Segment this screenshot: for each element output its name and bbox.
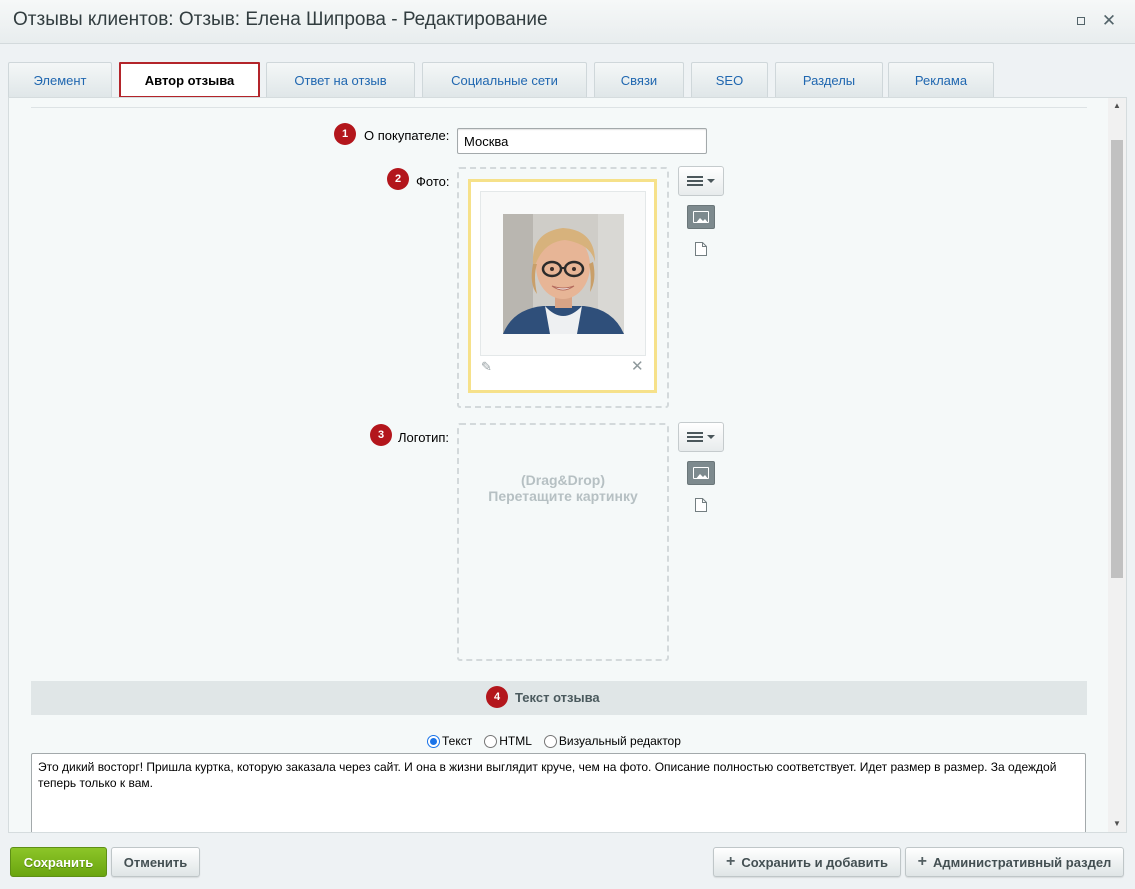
step-badge-3: 3 <box>370 424 392 446</box>
photo-preview-card: ✎ ✕ <box>468 179 657 393</box>
chevron-down-icon <box>707 179 715 183</box>
logo-image-upload-button[interactable] <box>687 461 715 485</box>
photo-label: Фото: <box>416 174 450 189</box>
edit-pencil-icon[interactable]: ✎ <box>481 359 492 375</box>
tab-bar: Элемент Автор отзыва Ответ на отзыв Соци… <box>8 62 1128 98</box>
review-textarea[interactable]: Это дикий восторг! Пришла куртка, котору… <box>31 753 1086 832</box>
tab-links[interactable]: Связи <box>594 62 684 98</box>
save-button[interactable]: Сохранить <box>10 847 107 877</box>
radio-html[interactable] <box>484 734 498 748</box>
maximize-icon[interactable] <box>1071 11 1091 31</box>
admin-section-button[interactable]: + Административный раздел <box>905 847 1124 877</box>
tab-seo[interactable]: SEO <box>691 62 768 98</box>
cancel-button[interactable]: Отменить <box>111 847 200 877</box>
plus-icon: + <box>726 853 736 870</box>
panel-scrollbar[interactable]: ▲ ▼ <box>1108 98 1126 832</box>
scroll-thumb[interactable] <box>1111 140 1123 578</box>
review-text-section-header: Текст отзыва <box>31 681 1087 715</box>
photo-image-upload-button[interactable] <box>687 205 715 229</box>
menu-lines-icon <box>687 176 703 186</box>
tab-element[interactable]: Элемент <box>8 62 112 98</box>
tab-advertising[interactable]: Реклама <box>888 62 994 98</box>
logo-label: Логотип: <box>398 430 450 445</box>
save-and-add-button[interactable]: + Сохранить и добавить <box>713 847 901 877</box>
radio-text[interactable] <box>427 734 440 748</box>
tab-review-author[interactable]: Автор отзыва <box>119 62 260 98</box>
plus-icon: + <box>917 853 928 870</box>
step-badge-4: 4 <box>486 686 508 708</box>
text-format-options: Текст HTML Визуальный редактор <box>427 733 693 749</box>
chevron-down-icon <box>707 435 715 439</box>
image-icon <box>693 211 709 223</box>
image-icon <box>693 467 709 479</box>
close-icon[interactable]: ✕ <box>1099 11 1119 31</box>
menu-lines-icon <box>687 432 703 442</box>
customer-label: О покупателе: <box>364 128 450 143</box>
logo-file-icon[interactable] <box>694 497 708 513</box>
window-title: Отзывы клиентов: Отзыв: Елена Шипрова - … <box>13 9 548 30</box>
photo-menu-button[interactable] <box>678 166 724 196</box>
tab-content-panel: 1 О покупателе: 2 Фото: <box>8 97 1127 833</box>
format-option-visual[interactable]: Визуальный редактор <box>543 734 681 748</box>
photo-file-icon[interactable] <box>694 241 708 257</box>
remove-photo-icon[interactable]: ✕ <box>631 357 644 375</box>
scroll-up-icon[interactable]: ▲ <box>1108 98 1126 114</box>
window-title-bar: Отзывы клиентов: Отзыв: Елена Шипрова - … <box>0 0 1135 44</box>
logo-menu-button[interactable] <box>678 422 724 452</box>
scroll-down-icon[interactable]: ▼ <box>1108 816 1126 832</box>
step-badge-1: 1 <box>334 123 356 145</box>
step-badge-2: 2 <box>387 168 409 190</box>
format-option-text[interactable]: Текст <box>427 734 472 748</box>
tab-review-reply[interactable]: Ответ на отзыв <box>266 62 415 98</box>
radio-visual-editor[interactable] <box>543 734 557 748</box>
section-title: Текст отзыва <box>515 690 600 705</box>
format-option-html[interactable]: HTML <box>484 734 532 748</box>
divider <box>31 107 1087 108</box>
tab-sections[interactable]: Разделы <box>775 62 883 98</box>
logo-dropzone[interactable] <box>457 423 669 661</box>
customer-input[interactable] <box>457 128 707 154</box>
tab-social-networks[interactable]: Социальные сети <box>422 62 587 98</box>
logo-dropzone-hint: (Drag&Drop) Перетащите картинку <box>488 472 638 504</box>
author-photo[interactable] <box>503 214 624 334</box>
